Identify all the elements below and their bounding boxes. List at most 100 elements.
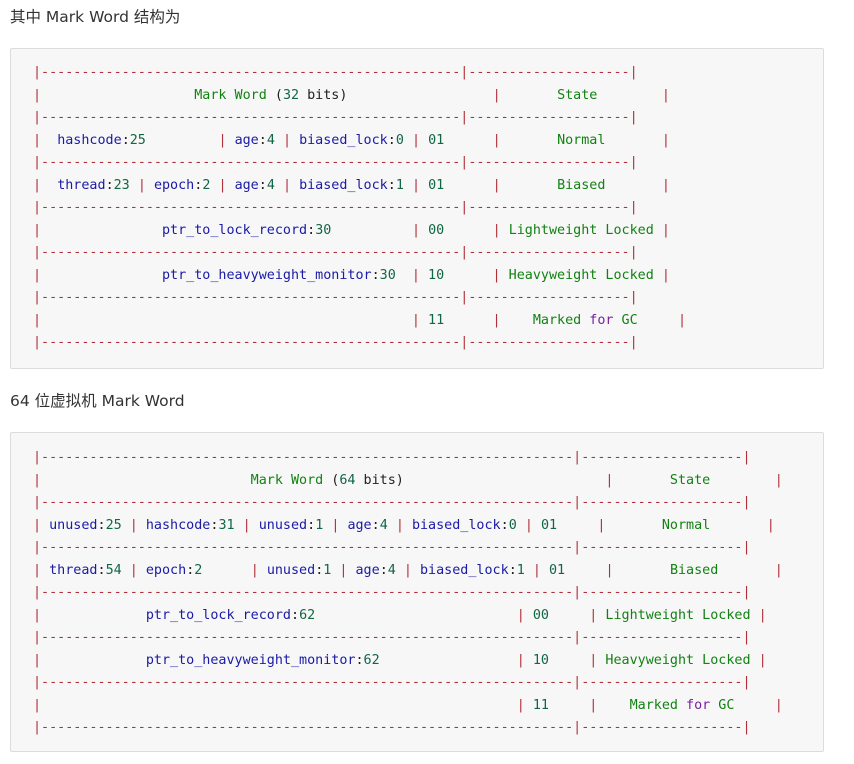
bit-value: 10: [532, 652, 549, 668]
table-rule: |: [33, 87, 42, 103]
bit-value: 11: [532, 697, 549, 713]
table-rule: |: [677, 312, 687, 328]
field-name: epoch: [145, 562, 187, 578]
code-text: (: [323, 472, 340, 488]
bit-value: 62: [363, 652, 380, 668]
heading-64bit: 64 位虚拟机 Mark Word: [10, 392, 185, 410]
field-name: unused: [49, 517, 98, 533]
table-rule: |: [411, 312, 420, 328]
state-label: Heavyweight Locked: [605, 652, 751, 668]
table-rule: |: [411, 132, 420, 148]
field-name: ptr_to_lock_record: [162, 222, 308, 238]
code-line: |---------------------------------------…: [33, 447, 783, 470]
table-rule: |---------------------------------------…: [33, 585, 751, 600]
code-text: :: [97, 517, 106, 533]
field-name: hashcode: [57, 132, 122, 148]
field-name: thread: [49, 562, 98, 578]
bit-value: 00: [428, 222, 445, 238]
field-name: biased_lock: [299, 132, 388, 148]
table-rule: |: [411, 222, 420, 238]
table-rule: |: [516, 697, 525, 713]
code-line: |---------------------------------------…: [33, 242, 686, 265]
table-rule: |: [492, 312, 501, 328]
field-name: biased_lock: [420, 562, 509, 578]
table-rule: |---------------------------------------…: [33, 335, 638, 350]
code-line: |---------------------------------------…: [33, 62, 686, 85]
bit-value: 11: [428, 312, 445, 328]
code-line: | | 11 | Marked for GC |: [33, 310, 686, 333]
state-label: Heavyweight Locked: [508, 267, 654, 283]
bit-value: 4: [379, 517, 388, 533]
table-rule: |: [282, 132, 291, 148]
field-name: hashcode: [145, 517, 211, 533]
code-block-32bit: |---------------------------------------…: [10, 48, 824, 369]
table-rule: |---------------------------------------…: [33, 200, 638, 215]
bit-value: 00: [532, 607, 549, 623]
bit-value: 54: [105, 562, 122, 578]
state-label: Lightweight Locked: [508, 222, 654, 238]
code-text: :: [379, 562, 388, 578]
bit-value: 01: [428, 132, 445, 148]
table-rule: |: [524, 517, 533, 533]
state-label: Marked: [629, 697, 678, 713]
table-rule: |---------------------------------------…: [33, 155, 638, 170]
code-line: | | 11 | Marked for GC |: [33, 695, 783, 718]
code-block-64bit: |---------------------------------------…: [10, 432, 824, 752]
table-rule: |: [33, 697, 42, 713]
code-line: | ptr_to_heavyweight_monitor:62 | 10 | H…: [33, 650, 783, 673]
table-rule: |---------------------------------------…: [33, 110, 638, 125]
state-label: Biased: [557, 177, 606, 193]
table-rule: |: [33, 607, 42, 623]
table-rule: |: [33, 312, 42, 328]
code-line: |---------------------------------------…: [33, 582, 783, 605]
bit-value: 30: [315, 222, 332, 238]
table-rule: |---------------------------------------…: [33, 630, 751, 645]
code-text: :: [258, 177, 267, 193]
table-rule: |: [395, 517, 404, 533]
field-name: ptr_to_heavyweight_monitor: [145, 652, 356, 668]
table-rule: |: [774, 472, 783, 488]
bit-value: 23: [113, 177, 130, 193]
table-rule: |: [218, 177, 227, 193]
code-line: |---------------------------------------…: [33, 492, 783, 515]
